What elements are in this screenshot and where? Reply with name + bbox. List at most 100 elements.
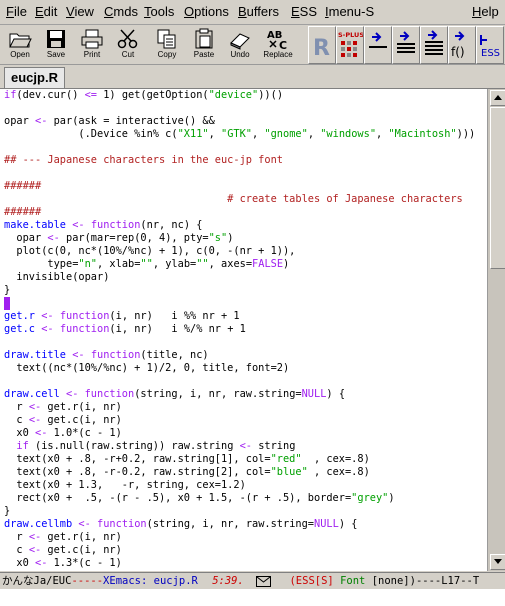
svg-text:R: R <box>313 36 330 61</box>
code-line: x0 <- 1.3*(c - 1) <box>4 557 122 569</box>
vertical-scrollbar[interactable] <box>487 89 505 571</box>
eval-function-icon: f() <box>451 31 465 59</box>
open-button[interactable]: Open <box>3 26 37 62</box>
code-text[interactable]: if(dev.cur() <= 1) get(getOption("device… <box>4 89 475 570</box>
minor-mode-font[interactable]: Font <box>340 573 365 589</box>
code-line: text(x0 + .8, -r-0.2, raw.string[2], col… <box>4 466 370 478</box>
menu-file[interactable]: File <box>6 4 27 19</box>
code-line: opar <- par(mar=rep(0, 4), pty="s") <box>4 232 234 244</box>
menu-cmds[interactable]: Cmds <box>104 4 138 19</box>
svg-text:S-PLUS: S-PLUS <box>338 31 363 39</box>
code-line: rect(x0 + .5, -(r - .5), x0 + 1.5, -(r +… <box>4 492 395 504</box>
line-column-indicator: 5:39. <box>212 575 244 587</box>
code-line: } <box>4 505 11 517</box>
eval-line-icon <box>369 32 387 48</box>
open-folder-icon <box>9 33 32 48</box>
cut-button[interactable]: Cut <box>111 26 145 62</box>
code-line: get.c <- function(i, nr) i %/% nr + 1 <box>4 323 246 335</box>
splus-logo-icon: S-PLUS <box>338 31 363 57</box>
menu-buffers[interactable]: Buffers <box>238 4 279 19</box>
mail-icon <box>256 575 272 587</box>
floppy-disk-icon <box>47 30 65 48</box>
code-editor[interactable]: if(dev.cur() <= 1) get(getOption("device… <box>0 89 487 571</box>
code-line: text(x0 + 1.3, -r, string, cex=1.2) <box>4 479 246 491</box>
text-cursor <box>4 297 10 310</box>
code-line: type="n", xlab="", ylab="", axes=FALSE) <box>4 258 290 270</box>
line-indicator: ----L17--T <box>415 575 480 587</box>
clipboard-icon <box>195 28 213 49</box>
ess-process-icon: ESS <box>480 35 500 59</box>
r-logo-icon: R <box>313 36 330 61</box>
code-line: x0 <- 1.0*(c - 1) <box>4 427 122 439</box>
menu-options[interactable]: Options <box>184 4 229 19</box>
menu-view[interactable]: View <box>66 4 94 19</box>
print-button[interactable]: Print <box>75 26 109 62</box>
svg-text:f(): f() <box>451 45 465 59</box>
eval-region-icon <box>397 31 415 53</box>
buffer-tab-bar: eucjp.R <box>0 65 505 89</box>
menu-tools[interactable]: Tools <box>144 4 174 19</box>
code-line: ## --- Japanese characters in the euc-jp… <box>4 154 283 166</box>
eval-function-button[interactable]: f() <box>448 26 476 64</box>
menu-help[interactable]: Help <box>472 4 499 19</box>
copy-pages-icon <box>157 29 176 49</box>
code-line: draw.title <- function(title, nc) <box>4 349 209 361</box>
mode-rest: [none]) <box>371 575 416 587</box>
scroll-down-arrow[interactable] <box>490 554 505 570</box>
code-line: make.table <- function(nr, nc) { <box>4 219 203 231</box>
eval-region-button[interactable] <box>392 26 420 64</box>
code-line: c <- get.c(i, nr) <box>4 414 122 426</box>
xemacs-window: File Edit View Cmds Tools Options Buffer… <box>0 0 505 606</box>
minibuffer[interactable] <box>0 589 505 606</box>
modeline-dashes: ----- <box>71 575 104 587</box>
code-line: plot(c(0, nc*(10%/%nc) + 1), c(0, -(nr +… <box>4 245 296 257</box>
code-line <box>4 297 10 310</box>
menu-imenu-s[interactable]: Imenu-S <box>325 4 374 19</box>
arrow-down-icon <box>494 559 502 564</box>
code-line: # create tables of Japanese characters <box>4 193 463 205</box>
svg-text:C: C <box>279 39 287 50</box>
encoding-indicator: かんなJa/EUC <box>2 575 72 587</box>
splus-logo-button[interactable]: S-PLUS <box>336 26 364 64</box>
printer-icon <box>81 29 103 49</box>
code-line: r <- get.r(i, nr) <box>4 531 122 543</box>
svg-text:ESS: ESS <box>481 48 500 59</box>
mode-line: かんなJa/EUC-----XEmacs: eucjp.R 5:39. (ESS… <box>0 572 505 590</box>
save-button[interactable]: Save <box>39 26 73 62</box>
copy-button[interactable]: Copy <box>150 26 184 62</box>
eval-buffer-icon <box>425 30 443 55</box>
code-line: r <- get.r(i, nr) <box>4 401 122 413</box>
arrow-up-icon <box>494 95 502 100</box>
code-line: opar <- par(ask = interactive() && <box>4 115 215 127</box>
code-line: (.Device %in% c("X11", "GTK", "gnome", "… <box>4 128 476 140</box>
code-line: draw.cell <- function(string, i, nr, raw… <box>4 388 346 400</box>
ess-process-button[interactable]: ESS <box>476 26 504 64</box>
code-line: } <box>4 284 11 296</box>
replace-icon: ABC <box>267 30 287 50</box>
menu-edit[interactable]: Edit <box>35 4 57 19</box>
code-line: invisible(opar) <box>4 271 110 283</box>
eval-line-button[interactable] <box>364 26 392 64</box>
eval-buffer-button[interactable] <box>420 26 448 64</box>
scissors-icon <box>117 29 138 49</box>
scroll-up-arrow[interactable] <box>490 90 505 106</box>
major-mode-ess[interactable]: ESS[S] <box>296 573 334 589</box>
paste-button[interactable]: Paste <box>187 26 221 62</box>
code-line: text(x0 + .8, -r+0.2, raw.string[1], col… <box>4 453 370 465</box>
r-logo-button[interactable]: R <box>308 26 336 64</box>
menu-ess[interactable]: ESS <box>291 4 317 19</box>
code-line: c <- get.c(i, nr) <box>4 544 122 556</box>
toolbar: Open Save Print Cut Copy Paste Undo ABC <box>0 25 505 65</box>
code-line: draw.cellmb <- function(string, i, nr, r… <box>4 518 358 530</box>
undo-button[interactable]: Undo <box>223 26 257 62</box>
code-line: get.r <- function(i, nr) i %% nr + 1 <box>4 310 240 322</box>
code-line: text((nc*(10%/%nc) + 1)/2, 0, title, fon… <box>4 362 290 374</box>
eraser-icon <box>230 33 250 50</box>
code-line: if(dev.cur() <= 1) get(getOption("device… <box>4 89 284 101</box>
replace-button[interactable]: AB C Replace <box>261 26 295 62</box>
scroll-thumb[interactable] <box>490 107 505 269</box>
buffer-identification: XEmacs: eucjp.R <box>103 575 198 587</box>
code-line: ###### <box>4 180 42 192</box>
buffer-tab-eucjp[interactable]: eucjp.R <box>4 67 65 88</box>
menu-bar: File Edit View Cmds Tools Options Buffer… <box>0 0 505 25</box>
